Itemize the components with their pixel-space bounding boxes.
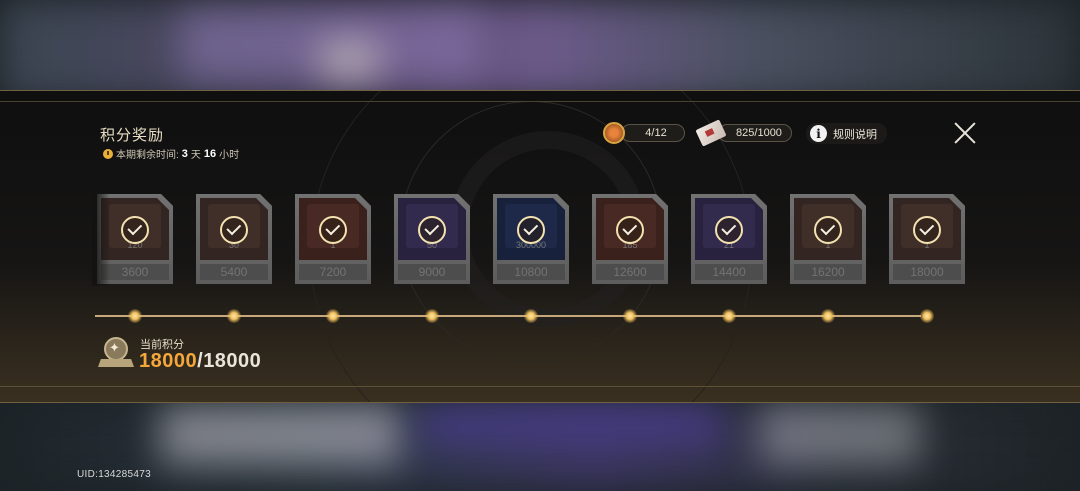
claimed-check-icon <box>319 216 347 244</box>
reward-list: 120 3600 30 5400 1 7200 50 9000 300000 10800 185 12… <box>0 194 1080 286</box>
reward-card[interactable]: 1 7200 <box>295 194 373 285</box>
progress-track <box>95 315 921 317</box>
rules-label: 规则说明 <box>833 128 877 141</box>
timer-label: 本期剩余时间: <box>116 150 179 161</box>
rules-button[interactable]: i 规则说明 <box>806 123 887 144</box>
reward-card[interactable]: 30 5400 <box>196 194 274 285</box>
progress-node <box>524 309 538 323</box>
info-icon: i <box>810 125 827 142</box>
claimed-check-icon <box>517 216 545 244</box>
reward-card[interactable]: 1 16200 <box>790 194 868 285</box>
progress-node <box>128 309 142 323</box>
claimed-check-icon <box>616 216 644 244</box>
medal-counter[interactable]: 4/12 <box>603 122 685 144</box>
points-reward-panel: 积分奖励 本期剩余时间: 3 天 16 小时 4/12 825/1000 i 规则说明… <box>0 90 1080 403</box>
points-badge-icon: ✦ <box>98 337 134 371</box>
ticket-counter[interactable]: 825/1000 <box>695 119 792 147</box>
medal-icon <box>603 122 625 144</box>
reward-card[interactable]: 21 14400 <box>691 194 769 285</box>
claimed-check-icon <box>121 216 149 244</box>
timer-hours: 16 <box>203 147 217 160</box>
reward-card[interactable]: 1 18000 <box>889 194 967 285</box>
claimed-check-icon <box>913 216 941 244</box>
progress-node <box>425 309 439 323</box>
ticket-count: 825/1000 <box>718 124 792 142</box>
reward-card[interactable]: 185 12600 <box>592 194 670 285</box>
divider <box>0 386 1080 387</box>
progress-node <box>326 309 340 323</box>
timer-hours-unit: 小时 <box>219 150 240 161</box>
panel-title: 积分奖励 <box>100 127 165 144</box>
clock-icon <box>103 148 113 159</box>
reward-card[interactable]: 50 9000 <box>394 194 472 285</box>
progress-node <box>821 309 835 323</box>
progress-node <box>920 309 934 323</box>
claimed-check-icon <box>220 216 248 244</box>
season-timer: 本期剩余时间: 3 天 16 小时 <box>103 146 239 161</box>
claimed-check-icon <box>715 216 743 244</box>
claimed-check-icon <box>418 216 446 244</box>
max-points-value: 18000 <box>203 350 262 372</box>
progress-node <box>722 309 736 323</box>
claimed-check-icon <box>814 216 842 244</box>
divider <box>0 101 1080 102</box>
current-points-value: 18000 <box>139 350 198 372</box>
reward-card[interactable]: 300000 10800 <box>493 194 571 285</box>
timer-days: 3 <box>181 147 188 160</box>
progress-node <box>623 309 637 323</box>
close-icon[interactable] <box>953 121 977 145</box>
user-id: UID:134285473 <box>77 469 151 480</box>
progress-node <box>227 309 241 323</box>
timer-days-unit: 天 <box>190 150 201 161</box>
current-points: 18000/18000 <box>139 350 261 373</box>
medal-count: 4/12 <box>621 124 685 142</box>
